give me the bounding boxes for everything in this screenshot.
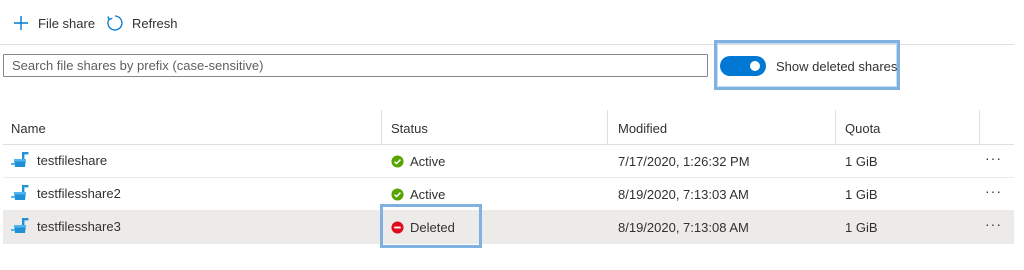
refresh-button[interactable]: Refresh — [106, 12, 178, 34]
modified-cell: 7/17/2020, 1:26:32 PM — [618, 154, 750, 169]
refresh-label: Refresh — [132, 15, 178, 31]
file-shares-table: Name Status Modified Quota testfileshare — [3, 110, 1014, 244]
name-cell[interactable]: testfilesshare3 — [11, 217, 121, 235]
more-actions-button[interactable]: ··· — [985, 150, 1002, 166]
file-shares-page: File share Refresh Show deleted shares N… — [0, 0, 1024, 270]
quota-cell: 1 GiB — [845, 187, 878, 202]
column-divider[interactable] — [979, 110, 980, 144]
column-header-quota[interactable]: Quota — [845, 121, 880, 136]
refresh-icon — [106, 14, 124, 32]
column-divider[interactable] — [835, 110, 836, 144]
more-actions-button[interactable]: ··· — [985, 216, 1002, 232]
status-text: Active — [410, 187, 446, 202]
check-circle-icon — [391, 155, 404, 168]
quota-cell: 1 GiB — [845, 154, 878, 169]
plus-icon — [12, 14, 30, 32]
toggle-knob — [750, 61, 760, 71]
status-cell: Active — [391, 154, 445, 169]
status-cell: Active — [391, 187, 445, 202]
deleted-status-highlight-box — [380, 204, 482, 248]
column-divider[interactable] — [381, 110, 382, 144]
table-header: Name Status Modified Quota — [3, 110, 1014, 145]
modified-cell: 8/19/2020, 7:13:03 AM — [618, 187, 749, 202]
add-file-share-button[interactable]: File share — [12, 12, 95, 34]
table-row[interactable]: testfilesshare2 Active 8/19/2020, 7:13:0… — [3, 178, 1014, 211]
quota-cell: 1 GiB — [845, 220, 878, 235]
file-share-icon — [11, 185, 29, 200]
show-deleted-label: Show deleted shares — [776, 59, 898, 74]
status-text: Active — [410, 154, 446, 169]
share-name: testfilesshare2 — [37, 185, 121, 201]
column-header-name[interactable]: Name — [11, 121, 46, 136]
file-share-icon — [11, 218, 29, 233]
share-name: testfilesshare3 — [37, 218, 121, 234]
table-row[interactable]: testfilesshare3 Deleted 8/19/2020, 7:13:… — [3, 211, 1014, 244]
name-cell[interactable]: testfileshare — [11, 151, 107, 169]
column-divider[interactable] — [607, 110, 608, 144]
table-row[interactable]: testfileshare Active 7/17/2020, 1:26:32 … — [3, 145, 1014, 178]
show-deleted-toggle[interactable] — [720, 56, 766, 76]
check-circle-icon — [391, 188, 404, 201]
name-cell[interactable]: testfilesshare2 — [11, 184, 121, 202]
add-file-share-label: File share — [38, 15, 96, 31]
more-actions-button[interactable]: ··· — [985, 183, 1002, 199]
modified-cell: 8/19/2020, 7:13:08 AM — [618, 220, 749, 235]
column-header-status[interactable]: Status — [391, 121, 428, 136]
column-header-modified[interactable]: Modified — [618, 121, 667, 136]
search-input[interactable] — [3, 54, 708, 77]
file-share-icon — [11, 152, 29, 167]
toolbar: File share Refresh — [0, 0, 1014, 45]
share-name: testfileshare — [37, 152, 108, 168]
